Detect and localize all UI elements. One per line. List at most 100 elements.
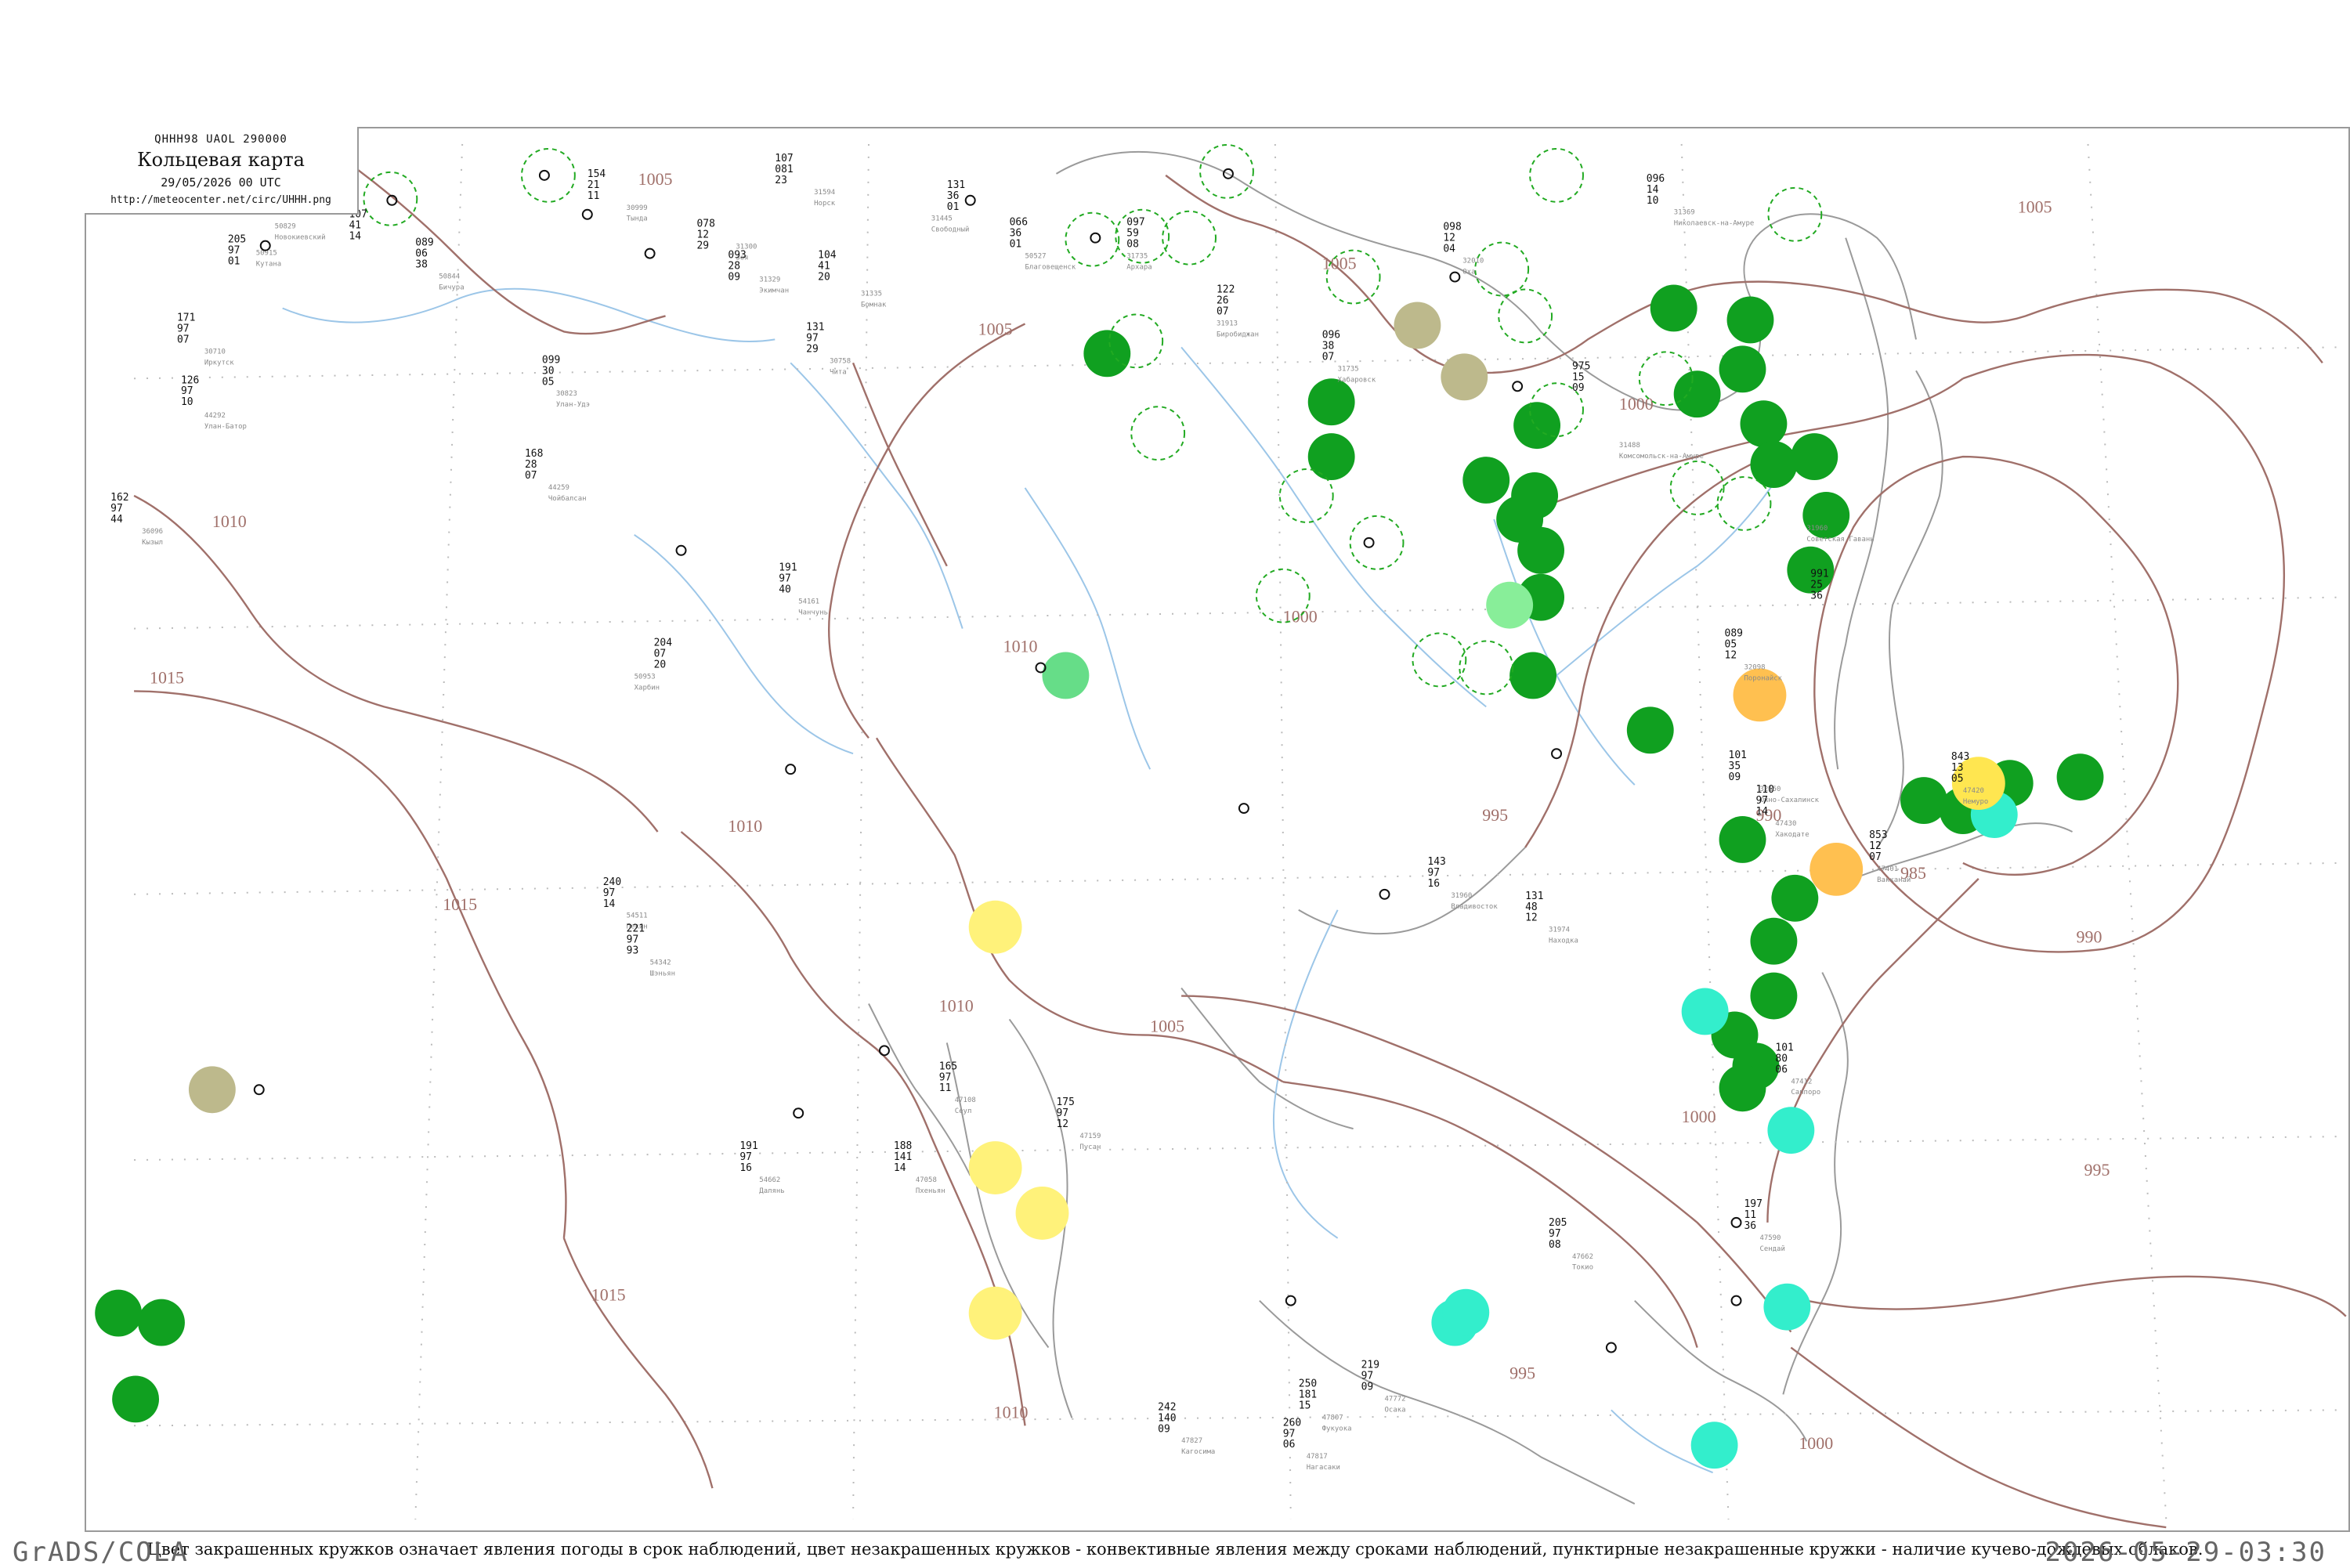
svg-text:04: 04 — [1443, 244, 1455, 255]
rain-circle — [1771, 874, 1819, 922]
svg-text:06: 06 — [415, 248, 428, 260]
svg-text:Тында: Тында — [627, 215, 648, 223]
svg-text:Николаевск-на-Амуре: Николаевск-на-Амуре — [1674, 220, 1755, 228]
svg-text:Вакканай: Вакканай — [1877, 876, 1911, 884]
svg-text:14: 14 — [349, 231, 361, 243]
svg-text:975: 975 — [1572, 360, 1590, 372]
svg-text:54511: 54511 — [627, 912, 648, 920]
svg-text:38: 38 — [1322, 340, 1335, 352]
svg-text:06: 06 — [1283, 1439, 1296, 1451]
svg-text:36096: 36096 — [142, 528, 163, 536]
svg-text:096: 096 — [1322, 329, 1340, 341]
svg-text:Свободный: Свободный — [931, 226, 970, 234]
svg-text:44292: 44292 — [204, 412, 226, 420]
svg-text:07: 07 — [1869, 851, 1882, 863]
haze-circle — [968, 1286, 1022, 1340]
svg-text:12: 12 — [696, 229, 709, 241]
station-marker — [538, 169, 550, 181]
drizzle-circle — [1690, 1422, 1738, 1469]
svg-text:Токио: Токио — [1572, 1264, 1593, 1272]
svg-text:97: 97 — [1755, 795, 1768, 807]
svg-text:096: 096 — [1647, 173, 1665, 185]
svg-text:Харбин: Харбин — [634, 683, 660, 692]
svg-text:47420: 47420 — [1963, 787, 1984, 795]
svg-text:11: 11 — [939, 1082, 952, 1094]
station-marker — [253, 1084, 265, 1096]
station-plot: 25018115 47807 Фукуока — [1299, 1378, 1352, 1433]
station-plot: 2199709 47772 Осака — [1361, 1359, 1406, 1414]
station-plot: 099300530823 Улан-Удэ — [542, 354, 590, 409]
svg-text:97: 97 — [627, 934, 639, 946]
svg-text:48: 48 — [1525, 901, 1538, 913]
svg-text:242: 242 — [1158, 1401, 1176, 1413]
rain-circle — [1726, 296, 1774, 344]
svg-text:Оха: Оха — [1462, 269, 1475, 276]
svg-text:Улан-Удэ: Улан-Удэ — [556, 401, 590, 409]
svg-text:31369: 31369 — [1674, 209, 1695, 217]
fog-circle — [1441, 353, 1488, 401]
svg-text:Пхеньян: Пхеньян — [916, 1187, 945, 1195]
cb-dashed-circle — [1474, 241, 1530, 297]
svg-text:11: 11 — [1744, 1209, 1756, 1221]
station-marker — [1551, 748, 1563, 760]
svg-text:14: 14 — [1647, 184, 1659, 196]
isobar-label: 1010 — [728, 816, 762, 836]
rain-circle — [1462, 457, 1510, 504]
station-plot: 0932809 31329 Экимчан — [728, 250, 789, 295]
rain-circle — [1307, 433, 1355, 480]
svg-text:31335: 31335 — [861, 291, 882, 298]
svg-text:12: 12 — [1056, 1118, 1068, 1130]
station-plot: 1044120 31335 Бомнак — [818, 250, 887, 309]
svg-text:01: 01 — [947, 201, 960, 213]
legend-caption: Цвет закрашенных кружков означает явлени… — [146, 1540, 2204, 1559]
svg-text:260: 260 — [1283, 1417, 1301, 1429]
station-plot: 2040720 50953 Харбин — [634, 638, 673, 692]
svg-text:09: 09 — [1729, 771, 1741, 783]
rain-circle — [1509, 652, 1557, 699]
svg-text:16: 16 — [739, 1162, 752, 1174]
svg-text:08: 08 — [1126, 239, 1139, 251]
svg-text:Фукуока: Фукуока — [1322, 1425, 1352, 1433]
svg-text:47817: 47817 — [1307, 1453, 1328, 1461]
isobar-label: 1000 — [1799, 1433, 1833, 1453]
svg-text:066: 066 — [1010, 217, 1028, 229]
svg-text:54161: 54161 — [798, 598, 819, 606]
svg-text:31445: 31445 — [931, 215, 953, 223]
station-plot: 0890512 32098 Поронайск — [1725, 628, 1783, 683]
thunder-circle — [1810, 842, 1864, 896]
station-marker — [644, 247, 656, 259]
station-marker — [1730, 1295, 1742, 1306]
svg-text:97: 97 — [806, 332, 819, 344]
svg-text:175: 175 — [1056, 1097, 1074, 1108]
station-marker — [1238, 803, 1249, 815]
svg-text:06: 06 — [1775, 1064, 1788, 1075]
svg-text:28: 28 — [728, 261, 740, 273]
svg-text:07: 07 — [1217, 305, 1229, 317]
svg-text:09: 09 — [1572, 382, 1585, 394]
rain-circle — [1791, 433, 1838, 480]
svg-text:07: 07 — [525, 470, 537, 482]
svg-text:205: 205 — [1549, 1217, 1567, 1229]
svg-text:110: 110 — [1755, 784, 1773, 796]
svg-text:Кутана: Кутана — [256, 261, 281, 269]
svg-text:36: 36 — [1744, 1220, 1756, 1232]
svg-text:97: 97 — [110, 503, 123, 515]
cb-circles — [363, 143, 1823, 695]
svg-text:47401: 47401 — [1877, 865, 1898, 873]
isobar-label: 1005 — [978, 319, 1013, 338]
svg-text:Хакодате: Хакодате — [1775, 831, 1809, 839]
svg-text:31974: 31974 — [1549, 927, 1570, 934]
rain-circle — [1719, 816, 1766, 863]
svg-text:12: 12 — [1725, 649, 1737, 661]
svg-text:131: 131 — [947, 179, 965, 191]
svg-text:101: 101 — [1775, 1042, 1793, 1053]
station-plots: 205970150915Кутана 107411450829Новокиевс… — [110, 153, 1988, 1472]
rain-circle — [2056, 753, 2104, 801]
svg-text:05: 05 — [1725, 639, 1737, 651]
svg-text:Далянь: Далянь — [759, 1187, 784, 1195]
svg-text:Сендай: Сендай — [1759, 1245, 1784, 1253]
isobar-label: 1010 — [212, 511, 247, 531]
cb-dashed-circle — [363, 171, 418, 226]
svg-text:Чита: Чита — [830, 368, 847, 376]
station-plot: 205970150915Кутана — [228, 234, 281, 269]
